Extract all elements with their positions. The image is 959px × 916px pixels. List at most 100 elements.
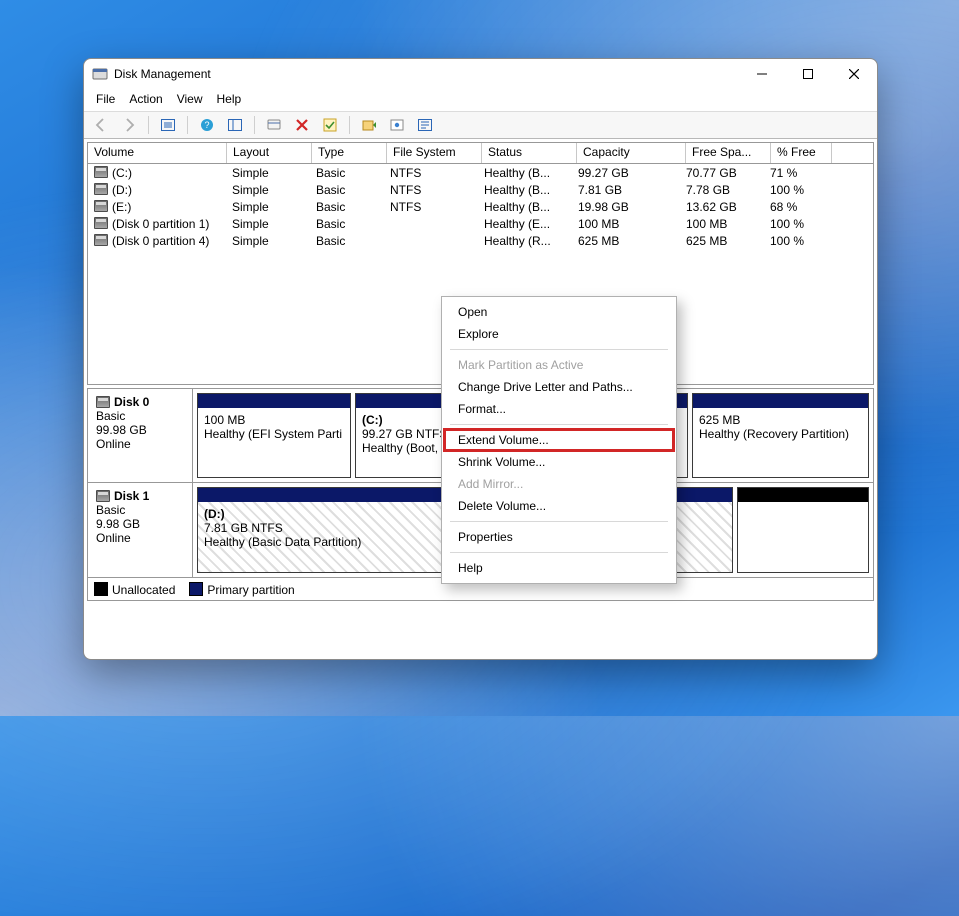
ctx-shrink-volume[interactable]: Shrink Volume... xyxy=(444,451,674,473)
check-icon[interactable] xyxy=(319,115,341,135)
separator xyxy=(349,116,350,134)
disk-name: Disk 1 xyxy=(114,489,149,503)
ctx-open[interactable]: Open xyxy=(444,301,674,323)
ctx-delete-volume[interactable]: Delete Volume... xyxy=(444,495,674,517)
settings-list-icon[interactable] xyxy=(414,115,436,135)
ctx-add-mirror: Add Mirror... xyxy=(444,473,674,495)
attach-vhd-icon[interactable] xyxy=(386,115,408,135)
disk-size: 9.98 GB xyxy=(96,517,184,531)
swatch-blue-icon xyxy=(189,582,203,596)
minimize-button[interactable] xyxy=(739,59,785,89)
cell: Simple xyxy=(226,234,310,248)
col-pct-free[interactable]: % Free xyxy=(771,143,832,163)
cell: 68 % xyxy=(764,200,824,214)
cell: Basic xyxy=(310,234,384,248)
context-menu: Open Explore Mark Partition as Active Ch… xyxy=(441,296,677,584)
partition-size: 100 MB xyxy=(204,413,344,427)
cell: Healthy (B... xyxy=(478,166,572,180)
cell: 99.27 GB xyxy=(572,166,680,180)
partition-efi[interactable]: 100 MB Healthy (EFI System Parti xyxy=(197,393,351,478)
table-row[interactable]: (E:) Simple Basic NTFS Healthy (B... 19.… xyxy=(88,198,873,215)
volume-name: (E:) xyxy=(112,200,131,214)
menu-bar: File Action View Help xyxy=(84,89,877,111)
col-volume[interactable]: Volume xyxy=(88,143,227,163)
volume-name: (C:) xyxy=(112,166,132,180)
app-icon xyxy=(92,66,108,82)
show-hide-console-tree-icon[interactable] xyxy=(157,115,179,135)
partition-size: 625 MB xyxy=(699,413,862,427)
table-row[interactable]: (Disk 0 partition 1) Simple Basic Health… xyxy=(88,215,873,232)
delete-icon[interactable] xyxy=(291,115,313,135)
menu-file[interactable]: File xyxy=(96,92,115,106)
disk-type: Basic xyxy=(96,503,184,517)
titlebar: Disk Management xyxy=(84,59,877,89)
separator xyxy=(187,116,188,134)
disk-1-label[interactable]: Disk 1 Basic 9.98 GB Online xyxy=(88,483,193,577)
cell: NTFS xyxy=(384,166,478,180)
partition-status: Healthy (Recovery Partition) xyxy=(699,427,862,441)
table-row[interactable]: (D:) Simple Basic NTFS Healthy (B... 7.8… xyxy=(88,181,873,198)
maximize-button[interactable] xyxy=(785,59,831,89)
volume-name: (D:) xyxy=(112,183,132,197)
col-status[interactable]: Status xyxy=(482,143,577,163)
table-row[interactable]: (Disk 0 partition 4) Simple Basic Health… xyxy=(88,232,873,249)
volume-icon xyxy=(94,166,108,178)
ctx-help[interactable]: Help xyxy=(444,557,674,579)
cell: 100 MB xyxy=(572,217,680,231)
close-button[interactable] xyxy=(831,59,877,89)
cell: 70.77 GB xyxy=(680,166,764,180)
col-filesystem[interactable]: File System xyxy=(387,143,482,163)
forward-icon[interactable] xyxy=(118,115,140,135)
menu-action[interactable]: Action xyxy=(129,92,162,106)
menu-view[interactable]: View xyxy=(177,92,203,106)
volume-name: (Disk 0 partition 4) xyxy=(112,234,209,248)
ctx-properties[interactable]: Properties xyxy=(444,526,674,548)
ctx-change-letter[interactable]: Change Drive Letter and Paths... xyxy=(444,376,674,398)
ctx-separator xyxy=(450,349,668,350)
cell: NTFS xyxy=(384,200,478,214)
legend-unallocated: Unallocated xyxy=(94,582,175,597)
cell: 19.98 GB xyxy=(572,200,680,214)
ctx-separator xyxy=(450,552,668,553)
back-icon[interactable] xyxy=(90,115,112,135)
cell: NTFS xyxy=(384,183,478,197)
cell: Simple xyxy=(226,166,310,180)
partition-unallocated[interactable] xyxy=(737,487,869,573)
action-list-icon[interactable] xyxy=(224,115,246,135)
cell: 100 % xyxy=(764,234,824,248)
partition-stripe xyxy=(738,488,868,502)
ctx-explore[interactable]: Explore xyxy=(444,323,674,345)
cell: 100 % xyxy=(764,183,824,197)
ctx-separator xyxy=(450,424,668,425)
volume-list-header: Volume Layout Type File System Status Ca… xyxy=(88,143,873,164)
cell: 7.78 GB xyxy=(680,183,764,197)
col-layout[interactable]: Layout xyxy=(227,143,312,163)
volume-icon xyxy=(94,234,108,246)
cell: Healthy (B... xyxy=(478,183,572,197)
col-capacity[interactable]: Capacity xyxy=(577,143,686,163)
cell: 7.81 GB xyxy=(572,183,680,197)
partition-recovery[interactable]: 625 MB Healthy (Recovery Partition) xyxy=(692,393,869,478)
window-buttons xyxy=(739,59,877,89)
table-row[interactable]: (C:) Simple Basic NTFS Healthy (B... 99.… xyxy=(88,164,873,181)
window-title: Disk Management xyxy=(114,67,211,81)
cell: Basic xyxy=(310,166,384,180)
menu-help[interactable]: Help xyxy=(217,92,242,106)
swatch-black-icon xyxy=(94,582,108,596)
cell: 71 % xyxy=(764,166,824,180)
disk-icon xyxy=(96,490,110,502)
col-type[interactable]: Type xyxy=(312,143,387,163)
ctx-extend-volume[interactable]: Extend Volume... xyxy=(444,429,674,451)
refresh-icon[interactable] xyxy=(263,115,285,135)
col-free-space[interactable]: Free Spa... xyxy=(686,143,771,163)
cell: 625 MB xyxy=(680,234,764,248)
volume-icon xyxy=(94,217,108,229)
help-icon[interactable]: ? xyxy=(196,115,218,135)
cell: 100 % xyxy=(764,217,824,231)
ctx-format[interactable]: Format... xyxy=(444,398,674,420)
disk-0-label[interactable]: Disk 0 Basic 99.98 GB Online xyxy=(88,389,193,482)
volume-icon xyxy=(94,200,108,212)
legend-primary: Primary partition xyxy=(189,582,294,597)
rescan-disks-icon[interactable] xyxy=(358,115,380,135)
cell: Basic xyxy=(310,200,384,214)
